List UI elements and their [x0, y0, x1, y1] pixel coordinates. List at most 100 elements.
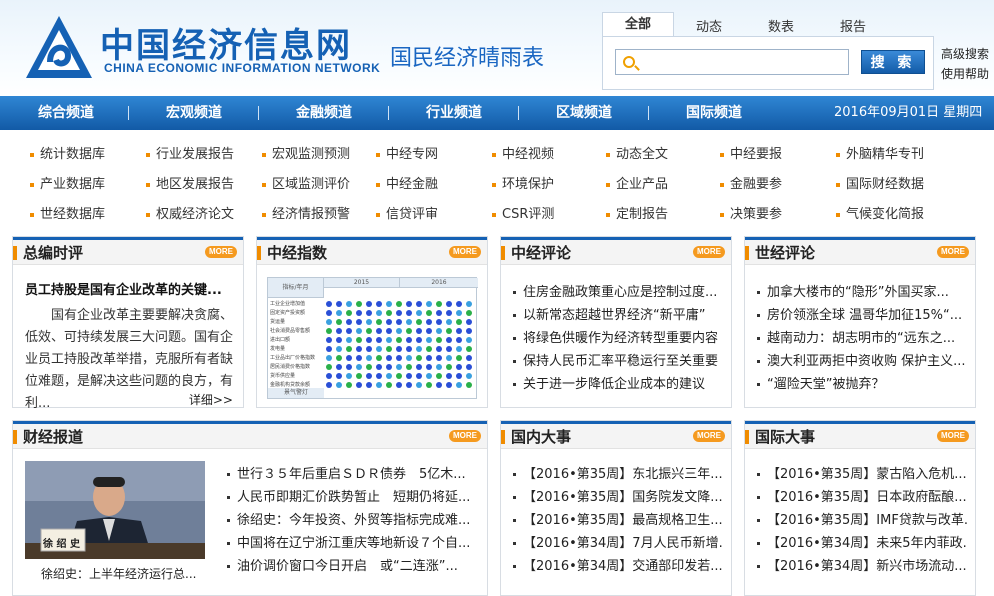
nav-item-industry[interactable]: 行业频道	[426, 96, 482, 130]
news-item[interactable]: 徐绍史：今年投资、外贸等指标完成难...	[225, 509, 479, 532]
news-item[interactable]: 【2016•第35周】东北振兴三年...	[511, 463, 723, 486]
news-item[interactable]: 【2016•第34周】新兴市场流动...	[755, 555, 967, 578]
news-item[interactable]: 世行３５年后重启ＳＤＲ债券 5亿木...	[225, 463, 479, 486]
quick-link[interactable]: 中经要报	[720, 145, 782, 165]
news-item[interactable]: 油价调价窗口今日开启 或“二连涨”...	[225, 555, 479, 578]
quick-link[interactable]: 外脑精华专刊	[836, 145, 924, 165]
quick-link[interactable]: 统计数据库	[30, 145, 105, 165]
search-button[interactable]: 搜 索	[861, 50, 925, 74]
more-button[interactable]: MORE	[693, 430, 725, 442]
news-item[interactable]: “遛险天堂”被抛弃？	[755, 373, 967, 396]
index-signal-dot	[436, 382, 442, 388]
news-item[interactable]: 将绿色供暖作为经济转型重要内容	[511, 327, 723, 350]
brand-name-cn[interactable]: 中国经济信息网	[100, 18, 352, 67]
news-item[interactable]: 【2016•第35周】蒙古陷入危机...	[755, 463, 967, 486]
more-button[interactable]: MORE	[449, 246, 481, 258]
index-signal-dot	[346, 346, 352, 352]
index-signal-dot	[446, 355, 452, 361]
index-signal-dot	[436, 346, 442, 352]
news-item[interactable]: 房价领涨全球 温哥华加征15%“...	[755, 304, 967, 327]
news-item[interactable]: 住房金融政策重心应是控制过度...	[511, 281, 723, 304]
news-item[interactable]: 中国将在辽宁浙江重庆等地新设７个自...	[225, 532, 479, 555]
index-signal-dot	[416, 328, 422, 334]
quick-link[interactable]: 行业发展报告	[146, 145, 234, 165]
quick-link[interactable]: 决策要参	[720, 205, 782, 225]
search-tab-reports[interactable]: 报告	[840, 16, 866, 35]
index-signal-table[interactable]: 指标/年月 2015 2016 工业企业增加值 固定资产投资额 货运量 社会消费品零售…	[267, 277, 478, 399]
index-signal-dot	[396, 328, 402, 334]
nav-item-general[interactable]: 综合频道	[38, 96, 94, 130]
quick-link[interactable]: 区域监测评价	[262, 175, 350, 195]
more-button[interactable]: MORE	[693, 246, 725, 258]
quick-link[interactable]: 国际财经数据	[836, 175, 924, 195]
quick-link[interactable]: 定制报告	[606, 205, 668, 225]
photo-caption[interactable]: 徐绍史：上半年经济运行总...	[41, 565, 196, 582]
index-signal-dot	[326, 301, 332, 307]
panel-title[interactable]: 国际大事	[755, 426, 815, 447]
panel-header: 国内大事 MORE	[501, 421, 731, 449]
news-item[interactable]: 澳大利亚两拒中资收购 保护主义...	[755, 350, 967, 373]
search-tab-all[interactable]: 全部	[602, 12, 674, 37]
panel-title[interactable]: 国内大事	[511, 426, 571, 447]
panel-world-commentary: 世经评论 MORE 加拿大楼市的“隐形”外国买家... 房价领涨全球 温哥华加征1…	[744, 236, 976, 408]
panel-title[interactable]: 中经评论	[511, 242, 571, 263]
index-signal-dot	[436, 355, 442, 361]
news-item[interactable]: 保持人民币汇率平稳运行至关重要	[511, 350, 723, 373]
panel-title[interactable]: 总编时评	[23, 242, 83, 263]
quick-link[interactable]: 宏观监测预测	[262, 145, 350, 165]
panel-title[interactable]: 中经指数	[267, 242, 327, 263]
search-tab-news[interactable]: 动态	[696, 16, 722, 35]
news-item[interactable]: 人民币即期汇价跌势暂止 短期仍将延...	[225, 486, 479, 509]
panel-domestic: 国内大事 MORE 【2016•第35周】东北振兴三年... 【2016•第35周…	[500, 420, 732, 596]
quick-link[interactable]: 产业数据库	[30, 175, 105, 195]
news-item[interactable]: 【2016•第35周】最高规格卫生...	[511, 509, 723, 532]
quick-link[interactable]: 气候变化简报	[836, 205, 924, 225]
index-signal-dot	[356, 355, 362, 361]
news-item[interactable]: 【2016•第34周】未来5年内菲政...	[755, 532, 967, 555]
news-item[interactable]: 【2016•第35周】日本政府酝酿...	[755, 486, 967, 509]
quick-link[interactable]: 中经金融	[376, 175, 438, 195]
index-signal-dot	[336, 337, 342, 343]
news-item[interactable]: 以新常态超越世界经济“新平庸”	[511, 304, 723, 327]
news-photo[interactable]: 徐 绍 史	[25, 461, 205, 559]
news-item[interactable]: 【2016•第34周】交通部印发若...	[511, 555, 723, 578]
quick-link[interactable]: CSR评测	[492, 205, 554, 225]
quick-link[interactable]: 权威经济论文	[146, 205, 234, 225]
search-input[interactable]	[615, 49, 849, 75]
nav-item-region[interactable]: 区域频道	[556, 96, 612, 130]
index-signal-dot	[466, 310, 472, 316]
quick-link[interactable]: 动态全文	[606, 145, 668, 165]
quick-link[interactable]: 经济情报预警	[262, 205, 350, 225]
news-item[interactable]: 【2016•第35周】IMF贷款与改革...	[755, 509, 967, 532]
quick-link[interactable]: 地区发展报告	[146, 175, 234, 195]
panel-title[interactable]: 世经评论	[755, 242, 815, 263]
nav-item-finance[interactable]: 金融频道	[296, 96, 352, 130]
more-button[interactable]: MORE	[449, 430, 481, 442]
more-button[interactable]: MORE	[205, 246, 237, 258]
quick-link[interactable]: 中经视频	[492, 145, 554, 165]
news-item[interactable]: 【2016•第35周】国务院发文降...	[511, 486, 723, 509]
editorial-headline[interactable]: 员工持股是国有企业改革的关键...	[25, 279, 222, 298]
news-item[interactable]: 【2016•第34周】7月人民币新增...	[511, 532, 723, 555]
quick-link[interactable]: 企业产品	[606, 175, 668, 195]
logo-icon[interactable]	[24, 14, 94, 80]
nav-item-macro[interactable]: 宏观频道	[166, 96, 222, 130]
news-item[interactable]: 加拿大楼市的“隐形”外国买家...	[755, 281, 967, 304]
quick-link[interactable]: 环境保护	[492, 175, 554, 195]
news-item[interactable]: 越南动力：胡志明市的“远东之...	[755, 327, 967, 350]
advanced-search-link[interactable]: 高级搜索	[941, 44, 989, 64]
nav-item-international[interactable]: 国际频道	[686, 96, 742, 130]
search-tab-tables[interactable]: 数表	[768, 16, 794, 35]
help-link[interactable]: 使用帮助	[941, 64, 989, 84]
quick-link[interactable]: 金融要参	[720, 175, 782, 195]
news-item[interactable]: 关于进一步降低企业成本的建议	[511, 373, 723, 396]
quick-link[interactable]: 世经数据库	[30, 205, 105, 225]
index-signal-dot	[406, 364, 412, 370]
quick-link[interactable]: 中经专网	[376, 145, 438, 165]
index-signal-dot	[386, 364, 392, 370]
detail-link[interactable]: 详细>>	[189, 391, 233, 408]
panel-title[interactable]: 财经报道	[23, 426, 83, 447]
more-button[interactable]: MORE	[937, 430, 969, 442]
more-button[interactable]: MORE	[937, 246, 969, 258]
quick-link[interactable]: 信贷评审	[376, 205, 438, 225]
